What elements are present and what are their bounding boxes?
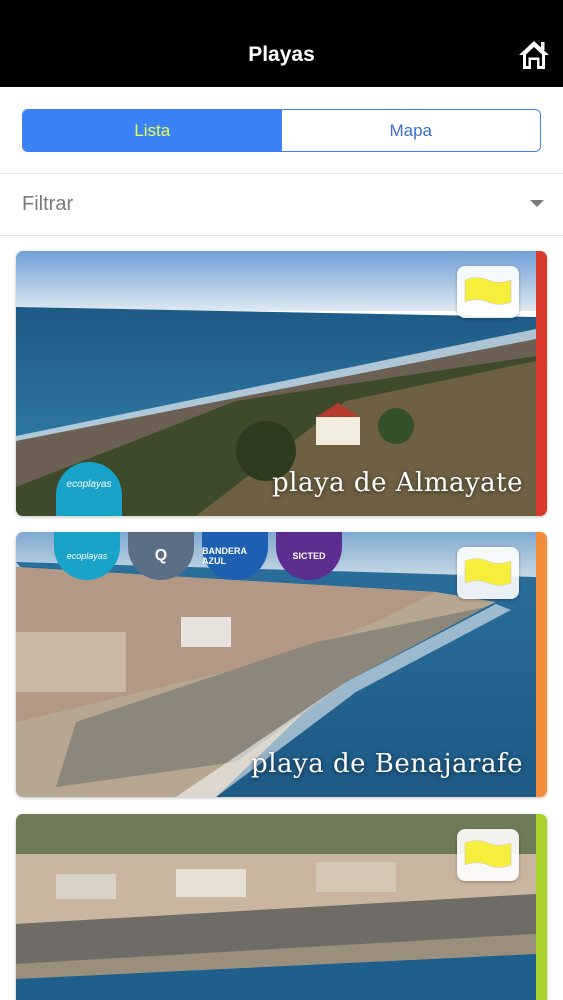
tab-mapa[interactable]: Mapa: [281, 110, 540, 151]
yellow-flag-icon: [464, 840, 512, 868]
caret-down-icon[interactable]: [530, 200, 544, 207]
flag-status-badge: [457, 547, 519, 599]
flag-status-badge: [457, 266, 519, 318]
beach-card-almayate[interactable]: ecoplayas playa de Almayate: [16, 251, 547, 516]
filter-dropdown[interactable]: Filtrar: [22, 193, 73, 216]
flag-status-badge: [457, 829, 519, 881]
nav-bar: Playas: [0, 0, 563, 87]
view-segmented-control: Lista Mapa: [22, 109, 541, 152]
divider: [0, 173, 563, 174]
home-icon: [519, 41, 549, 69]
beach-name: playa de Benajarafe: [251, 749, 523, 779]
ecoplayas-badge: ecoplayas: [54, 532, 120, 580]
blue-flag-badge: BANDERA AZUL: [202, 532, 268, 580]
category-stripe: [536, 532, 547, 797]
yellow-flag-icon: [464, 558, 512, 586]
beach-card-benajarafe[interactable]: ecoplayas Q BANDERA AZUL SICTED playa de…: [16, 532, 547, 797]
category-stripe: [536, 814, 547, 1000]
home-button[interactable]: [517, 38, 551, 72]
q-quality-badge: Q: [128, 532, 194, 580]
certification-badges: ecoplayas Q BANDERA AZUL SICTED: [54, 532, 342, 580]
page-title: Playas: [248, 43, 315, 66]
beach-name: playa de Almayate: [272, 468, 523, 498]
beach-card[interactable]: [16, 814, 547, 1000]
sicted-badge: SICTED: [276, 532, 342, 580]
yellow-flag-icon: [464, 277, 512, 305]
divider: [0, 235, 563, 236]
category-stripe: [536, 251, 547, 516]
tab-lista[interactable]: Lista: [23, 110, 282, 151]
